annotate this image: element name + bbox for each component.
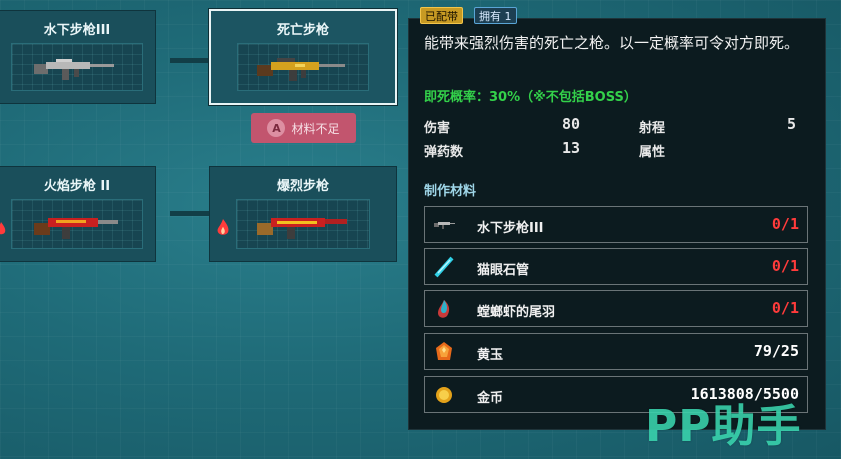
coin-icon [436, 387, 452, 403]
weapon-node-flame-rifle[interactable]: 火焰步枪 II [0, 166, 156, 262]
rifle-icon [434, 222, 455, 229]
materials-title: 制作材料 [424, 184, 477, 199]
weapon-description: 能带来强烈伤害的死亡之枪。以一定概率可令对方即死。 [424, 34, 800, 52]
material-name: 螳螂虾的尾羽 [477, 305, 556, 320]
fire-element-icon [217, 219, 229, 235]
material-row[interactable]: 螳螂虾的尾羽 0/1 [424, 290, 808, 327]
material-count: 79/25 [753, 342, 799, 360]
weapon-node-title: 爆烈步枪 [276, 179, 329, 194]
insufficient-materials-button[interactable]: A 材料不足 [251, 113, 356, 143]
feather-icon [438, 300, 450, 318]
range-value: 5 [786, 115, 796, 133]
material-name: 金币 [477, 391, 504, 406]
a-button-icon: A [267, 119, 286, 137]
tree-connector [170, 211, 210, 216]
ammo-value: 13 [561, 139, 580, 157]
weapon-node-title: 死亡步枪 [276, 23, 329, 38]
ammo-label: 弹药数 [424, 145, 464, 160]
weapon-frame [236, 199, 370, 249]
fire-element-icon [0, 222, 6, 235]
attribute-label: 属性 [639, 145, 666, 160]
material-name: 黄玉 [477, 348, 504, 363]
equipped-badge: 已配带 [420, 7, 463, 24]
material-count: 0/1 [771, 257, 799, 275]
instakill-chance: 即死概率：30%（※不包括BOSS） [424, 90, 637, 105]
material-name: 水下步枪III [477, 221, 544, 236]
material-name: 猫眼石管 [477, 263, 530, 278]
rifle-icon [34, 59, 114, 80]
watermark-logo: PP助手 [645, 401, 802, 452]
tube-icon [434, 256, 454, 278]
weapon-node-explosive-rifle[interactable]: 爆烈步枪 [209, 166, 397, 262]
weapon-frame [11, 43, 143, 91]
material-count: 0/1 [771, 299, 799, 317]
weapon-node-title: 水下步枪III [43, 23, 111, 38]
weapon-node-underwater-rifle[interactable]: 水下步枪III [0, 10, 156, 104]
owned-count-badge: 拥有 1 [474, 7, 517, 24]
weapon-frame [237, 43, 369, 91]
range-label: 射程 [639, 121, 666, 136]
damage-value: 80 [561, 115, 580, 133]
material-row[interactable]: 水下步枪III 0/1 [424, 206, 808, 243]
weapon-node-title: 火焰步枪 II [43, 179, 111, 194]
material-count: 0/1 [771, 215, 799, 233]
topaz-icon [436, 342, 452, 360]
flame-rifle-icon [34, 218, 118, 239]
tree-connector [170, 58, 210, 63]
insufficient-materials-label: 材料不足 [291, 121, 340, 136]
weapon-node-death-rifle[interactable]: 死亡步枪 [209, 9, 397, 105]
material-row[interactable]: 黄玉 79/25 [424, 333, 808, 370]
explosive-rifle-icon [257, 218, 347, 239]
death-rifle-icon [257, 58, 345, 81]
material-row[interactable]: 猫眼石管 0/1 [424, 248, 808, 285]
damage-label: 伤害 [424, 121, 451, 136]
weapon-frame [11, 199, 143, 249]
